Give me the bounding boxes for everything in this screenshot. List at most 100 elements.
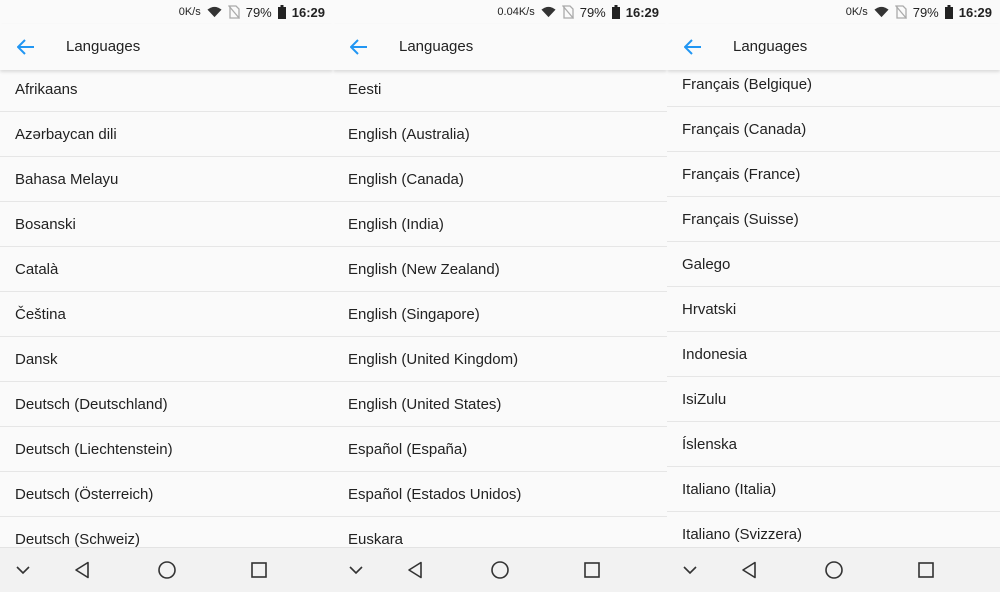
language-item-deutsch-deutschland[interactable]: Deutsch (Deutschland) [0,382,333,427]
language-list[interactable]: Français (Belgique) Français (Canada) Fr… [667,70,1000,548]
triangle-back-icon [742,561,756,579]
net-speed: 0K/s [845,6,868,18]
page-title: Languages [66,38,141,55]
language-item-english-singapore[interactable]: English (Singapore) [333,292,667,337]
square-recents-icon [918,562,934,578]
app-bar: Languages [333,24,667,70]
language-item-islenska[interactable]: Íslenska [667,422,1000,467]
language-item-deutsch-schweiz[interactable]: Deutsch (Schweiz) [0,517,333,548]
no-sim-icon [561,5,574,19]
language-item-dansk[interactable]: Dansk [0,337,333,382]
language-item-hrvatski[interactable]: Hrvatski [667,287,1000,332]
no-sim-icon [227,5,240,19]
back-button[interactable] [14,35,38,59]
language-item-francais-belgique[interactable]: Français (Belgique) [667,70,1000,107]
battery-percent: 79% [912,4,939,20]
navigation-bar [0,547,333,592]
nav-hide-button[interactable] [11,558,35,582]
app-bar: Languages [0,24,333,70]
navigation-bar [333,547,667,592]
language-item-deutsch-osterreich[interactable]: Deutsch (Österreich) [0,472,333,517]
language-item-deutsch-liechtenstein[interactable]: Deutsch (Liechtenstein) [0,427,333,472]
wifi-icon [541,6,556,18]
back-arrow-icon [17,39,34,55]
nav-back-button[interactable] [403,558,427,582]
language-item-bahasa-melayu[interactable]: Bahasa Melayu [0,157,333,202]
square-recents-icon [584,562,600,578]
screen-2: 0.04K/s 79% 16:29 Languages Eesti Englis… [333,0,667,592]
language-item-espanol-espana[interactable]: Español (España) [333,427,667,472]
status-bar: 0K/s 79% 16:29 [667,0,1000,24]
language-item-english-new-zealand[interactable]: English (New Zealand) [333,247,667,292]
back-button[interactable] [681,35,705,59]
language-item-english-united-states[interactable]: English (United States) [333,382,667,427]
status-bar: 0K/s 79% 16:29 [0,0,333,24]
no-sim-icon [894,5,907,19]
triangle-back-icon [75,561,89,579]
language-item-indonesia[interactable]: Indonesia [667,332,1000,377]
battery-percent: 79% [245,4,272,20]
chevron-down-icon [683,565,697,574]
navigation-bar [667,547,1000,592]
language-item-euskara[interactable]: Euskara [333,517,667,548]
nav-recents-button[interactable] [247,558,271,582]
language-item-francais-france[interactable]: Français (France) [667,152,1000,197]
back-button[interactable] [347,35,371,59]
nav-home-button[interactable] [822,558,846,582]
language-item-english-australia[interactable]: English (Australia) [333,112,667,157]
nav-hide-button[interactable] [344,558,368,582]
back-arrow-icon [350,39,367,55]
circle-home-icon [825,561,843,579]
battery-icon [277,5,286,19]
chevron-down-icon [349,565,363,574]
nav-back-button[interactable] [737,558,761,582]
nav-recents-button[interactable] [580,558,604,582]
page-title: Languages [399,38,474,55]
circle-home-icon [158,561,176,579]
page-title: Languages [733,38,808,55]
screen-3: 0K/s 79% 16:29 Languages Français (Belgi… [667,0,1000,592]
language-item-azerbaycan[interactable]: Azərbaycan dili [0,112,333,157]
language-item-afrikaans[interactable]: Afrikaans [0,70,333,112]
net-speed: 0K/s [178,6,201,18]
language-item-cestina[interactable]: Čeština [0,292,333,337]
language-item-galego[interactable]: Galego [667,242,1000,287]
language-item-english-united-kingdom[interactable]: English (United Kingdom) [333,337,667,382]
clock: 16:29 [625,4,659,20]
language-item-english-canada[interactable]: English (Canada) [333,157,667,202]
clock: 16:29 [291,4,325,20]
language-item-bosanski[interactable]: Bosanski [0,202,333,247]
battery-icon [944,5,953,19]
nav-home-button[interactable] [488,558,512,582]
triangle-back-icon [408,561,422,579]
chevron-down-icon [16,565,30,574]
nav-hide-button[interactable] [678,558,702,582]
battery-icon [611,5,620,19]
square-recents-icon [251,562,267,578]
wifi-icon [874,6,889,18]
language-item-catala[interactable]: Català [0,247,333,292]
language-item-francais-canada[interactable]: Français (Canada) [667,107,1000,152]
app-bar: Languages [667,24,1000,70]
language-list[interactable]: Afrikaans Azərbaycan dili Bahasa Melayu … [0,70,333,548]
language-item-francais-suisse[interactable]: Français (Suisse) [667,197,1000,242]
back-arrow-icon [684,39,701,55]
clock: 16:29 [958,4,992,20]
nav-home-button[interactable] [155,558,179,582]
screen-1: 0K/s 79% 16:29 Languages Afrikaans Azərb… [0,0,333,592]
wifi-icon [207,6,222,18]
language-item-italiano-svizzera[interactable]: Italiano (Svizzera) [667,512,1000,548]
language-list[interactable]: Eesti English (Australia) English (Canad… [333,70,667,548]
nav-recents-button[interactable] [914,558,938,582]
language-item-english-india[interactable]: English (India) [333,202,667,247]
net-speed: 0.04K/s [497,6,535,18]
language-item-italiano-italia[interactable]: Italiano (Italia) [667,467,1000,512]
status-bar: 0.04K/s 79% 16:29 [333,0,667,24]
language-item-eesti[interactable]: Eesti [333,70,667,112]
circle-home-icon [491,561,509,579]
battery-percent: 79% [579,4,606,20]
language-item-isizulu[interactable]: IsiZulu [667,377,1000,422]
screens-container: 0K/s 79% 16:29 Languages Afrikaans Azərb… [0,0,1000,592]
nav-back-button[interactable] [70,558,94,582]
language-item-espanol-estados-unidos[interactable]: Español (Estados Unidos) [333,472,667,517]
